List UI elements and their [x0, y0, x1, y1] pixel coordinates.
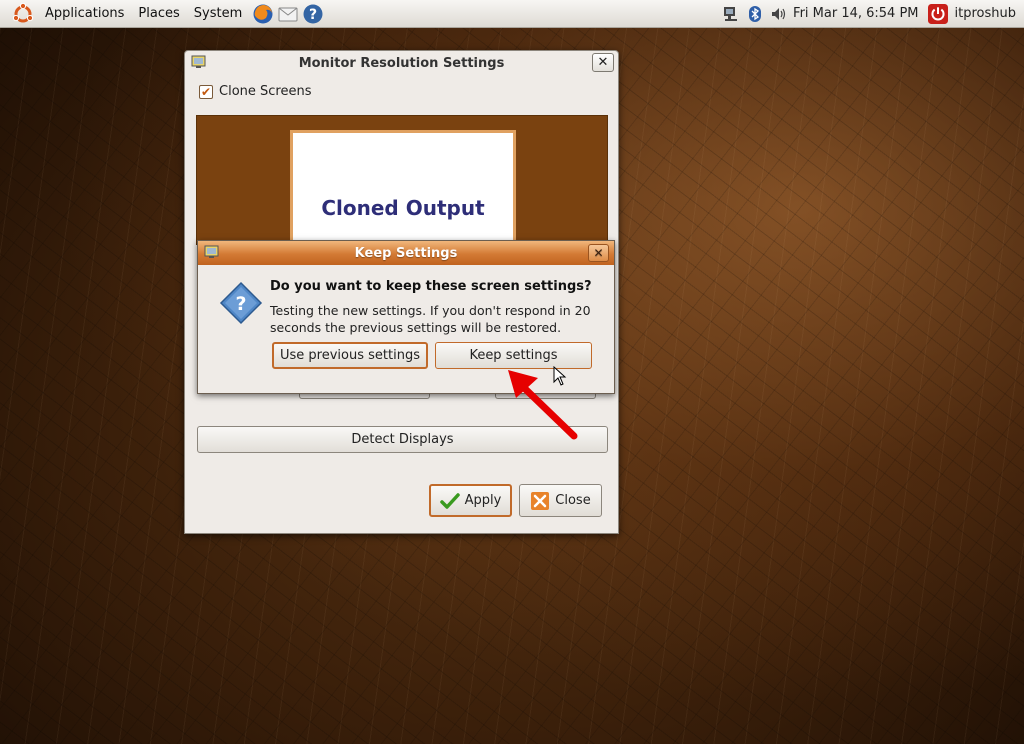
window-title: Monitor Resolution Settings: [298, 55, 505, 71]
volume-icon[interactable]: [770, 5, 788, 23]
display-icon: [191, 55, 206, 68]
question-icon: ?: [219, 281, 263, 325]
bluetooth-icon[interactable]: [746, 5, 764, 23]
keep-dialog-titlebar[interactable]: Keep Settings ✕: [198, 241, 614, 265]
close-button[interactable]: Close: [519, 484, 602, 517]
menu-applications[interactable]: Applications: [38, 6, 131, 21]
cloned-monitor[interactable]: Cloned Output: [290, 130, 516, 246]
display-icon: [204, 245, 219, 258]
close-label: Close: [555, 493, 591, 508]
annotation-arrow-icon: [508, 370, 578, 440]
ubuntu-logo-icon[interactable]: [12, 2, 34, 25]
panel-username[interactable]: itproshub: [955, 6, 1016, 21]
panel-clock[interactable]: Fri Mar 14, 6:54 PM: [793, 6, 918, 21]
window-titlebar[interactable]: Monitor Resolution Settings ✕: [185, 51, 618, 75]
panel-tray: Fri Mar 14, 6:54 PM itproshub: [719, 0, 1024, 28]
top-panel: Applications Places System ? Fri Mar 14,…: [0, 0, 1024, 28]
menu-places[interactable]: Places: [131, 6, 186, 21]
power-icon[interactable]: [927, 3, 948, 24]
help-icon[interactable]: ?: [302, 3, 324, 25]
keep-dialog-message: Testing the new settings. If you don't r…: [270, 303, 591, 335]
window-close-button[interactable]: ✕: [592, 53, 614, 72]
firefox-icon[interactable]: [252, 3, 274, 25]
keep-dialog-heading: Do you want to keep these screen setting…: [270, 279, 592, 294]
apply-button[interactable]: Apply: [429, 484, 512, 517]
keep-dialog-close-button[interactable]: ✕: [588, 244, 609, 262]
clone-screens-row[interactable]: ✔ Clone Screens: [199, 84, 311, 99]
svg-text:?: ?: [309, 7, 317, 23]
keep-dialog-title: Keep Settings: [354, 245, 458, 261]
monitor-preview-area: Cloned Output: [196, 115, 608, 246]
use-previous-settings-button[interactable]: Use previous settings: [272, 342, 428, 369]
mail-icon[interactable]: [277, 3, 299, 25]
apply-label: Apply: [464, 493, 502, 508]
monitor-label: Cloned Output: [321, 196, 485, 220]
menu-system[interactable]: System: [187, 6, 249, 21]
svg-text:?: ?: [235, 293, 246, 315]
close-x-icon: [531, 491, 550, 510]
checkmark-icon: [439, 492, 460, 509]
clone-screens-checkbox[interactable]: ✔: [199, 84, 213, 99]
network-icon[interactable]: [722, 5, 740, 23]
clone-screens-label[interactable]: Clone Screens: [219, 84, 311, 99]
